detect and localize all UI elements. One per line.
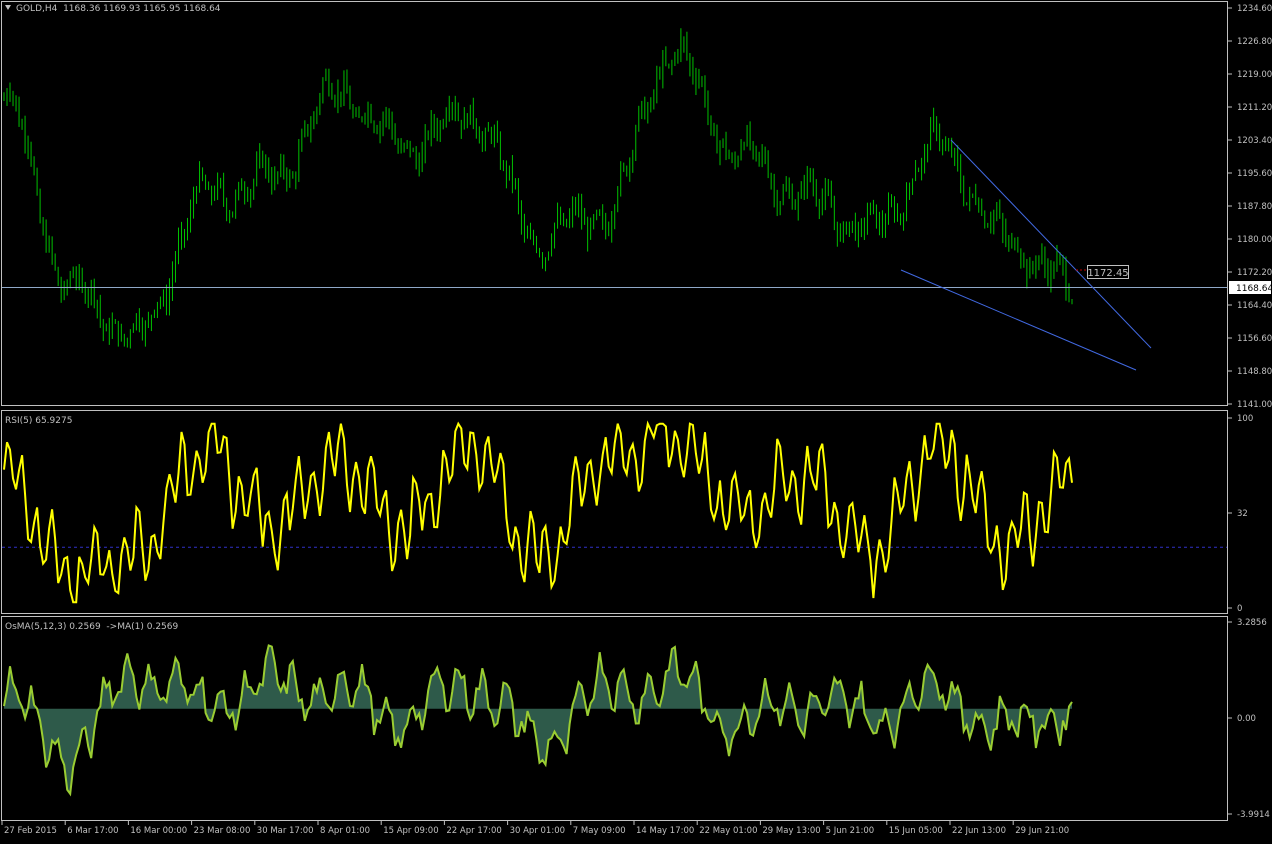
osma-plot — [3, 644, 1073, 797]
price-axis-label: 1172.20 — [1237, 268, 1272, 278]
time-axis-label: 5 Jun 21:00 — [826, 826, 875, 836]
time-axis-label: 14 May 17:00 — [636, 826, 694, 836]
price-axis-label: 1234.60 — [1237, 4, 1272, 14]
price-axis-label: 1164.40 — [1237, 301, 1272, 311]
time-axis-label: 15 Jun 05:00 — [889, 826, 943, 836]
time-axis-label: 27 Feb 2015 — [4, 826, 57, 836]
rsi-y-axis: 100 32 0 — [1228, 414, 1253, 614]
rsi-plot — [2, 420, 1227, 604]
time-axis: 27 Feb 2015 6 Mar 17:00 16 Mar 00:00 23 Mar… — [1, 821, 1069, 836]
price-axis-label: 1219.00 — [1237, 70, 1272, 80]
trendline-upper[interactable] — [950, 139, 1152, 349]
price-y-axis: 1234.60 1226.80 1219.00 1211.20 1203.40 1195.… — [1228, 4, 1272, 410]
rsi-line — [3, 420, 1073, 604]
time-axis-label: 8 Apr 01:00 — [320, 826, 370, 836]
price-axis-label: 1141.00 — [1237, 400, 1272, 410]
time-axis-label: 6 Mar 17:00 — [67, 826, 118, 836]
osma-histogram-fill — [4, 645, 1072, 794]
time-axis-label: 30 Apr 01:00 — [510, 826, 565, 836]
current-price-label: 1168.64 — [1236, 284, 1272, 294]
price-marker-label: 1172.45 — [1087, 268, 1128, 279]
price-axis-label: 1156.60 — [1237, 334, 1272, 344]
triangle-down-icon[interactable] — [5, 5, 11, 10]
price-panel-title: GOLD,H4 1168.36 1169.93 1165.95 1168.64 — [16, 4, 221, 14]
price-axis-label: 1195.60 — [1237, 169, 1272, 179]
osma-panel-title: OsMA(5,12,3) 0.2569 ->MA(1) 0.2569 — [5, 622, 179, 632]
time-axis-label: 22 Jun 13:00 — [952, 826, 1006, 836]
price-axis-label: 1148.80 — [1237, 367, 1272, 377]
price-axis-label: 1203.40 — [1237, 136, 1272, 146]
time-axis-label: 16 Mar 00:00 — [130, 826, 187, 836]
time-axis-label: 15 Apr 09:00 — [383, 826, 438, 836]
osma-axis-label: 0.00 — [1237, 714, 1256, 724]
time-axis-label: 30 Mar 17:00 — [257, 826, 314, 836]
rsi-axis-label: 100 — [1237, 414, 1253, 424]
price-axis-label: 1211.20 — [1237, 103, 1272, 113]
time-axis-label: 23 Mar 08:00 — [194, 826, 251, 836]
chart-canvas[interactable]: 1172.45 GOLD,H4 1168.36 1169.93 1165.95 … — [0, 0, 1272, 840]
trendline-lower[interactable] — [900, 269, 1137, 371]
osma-axis-label: 3.2856 — [1237, 618, 1267, 628]
rsi-axis-label: 32 — [1237, 509, 1248, 519]
osma-axis-label: -3.9914 — [1237, 810, 1270, 820]
rsi-axis-label: 0 — [1237, 604, 1242, 614]
price-axis-label: 1226.80 — [1237, 37, 1272, 47]
price-axis-label: 1187.80 — [1237, 202, 1272, 212]
time-axis-label: 29 Jun 21:00 — [1015, 826, 1069, 836]
osma-y-axis: 3.2856 0.00 -3.9914 — [1228, 618, 1270, 820]
time-axis-label: 22 Apr 17:00 — [446, 826, 501, 836]
time-axis-label: 7 May 09:00 — [573, 826, 626, 836]
price-panel-frame — [1, 1, 1228, 406]
price-axis-label: 1180.00 — [1237, 235, 1272, 245]
price-candles — [3, 28, 1073, 349]
time-axis-label: 22 May 01:00 — [699, 826, 757, 836]
time-axis-label: 29 May 13:00 — [762, 826, 820, 836]
mt4-chart-window[interactable]: 1172.45 GOLD,H4 1168.36 1169.93 1165.95 … — [0, 0, 1272, 840]
rsi-panel-title: RSI(5) 65.9275 — [5, 416, 72, 426]
